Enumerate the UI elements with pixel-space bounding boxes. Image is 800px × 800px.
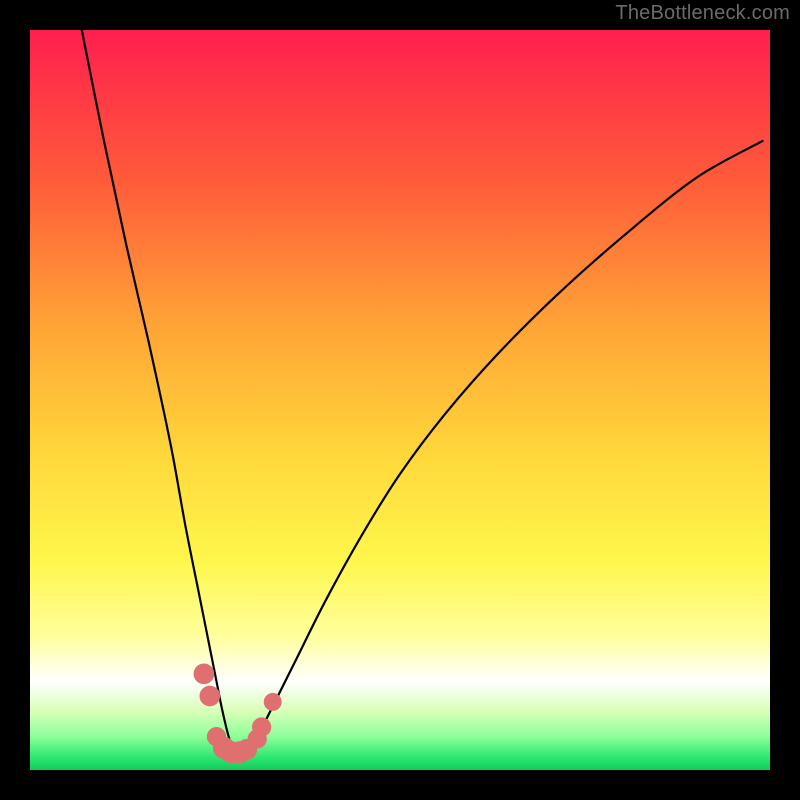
gradient-background (30, 30, 770, 770)
chart-stage: TheBottleneck.com (0, 0, 800, 800)
chart-svg (30, 30, 770, 770)
curve-marker (194, 663, 215, 684)
curve-marker (264, 693, 282, 711)
plot-area (30, 30, 770, 770)
watermark-text: TheBottleneck.com (615, 2, 790, 25)
curve-marker (199, 686, 220, 707)
curve-marker (252, 717, 271, 736)
